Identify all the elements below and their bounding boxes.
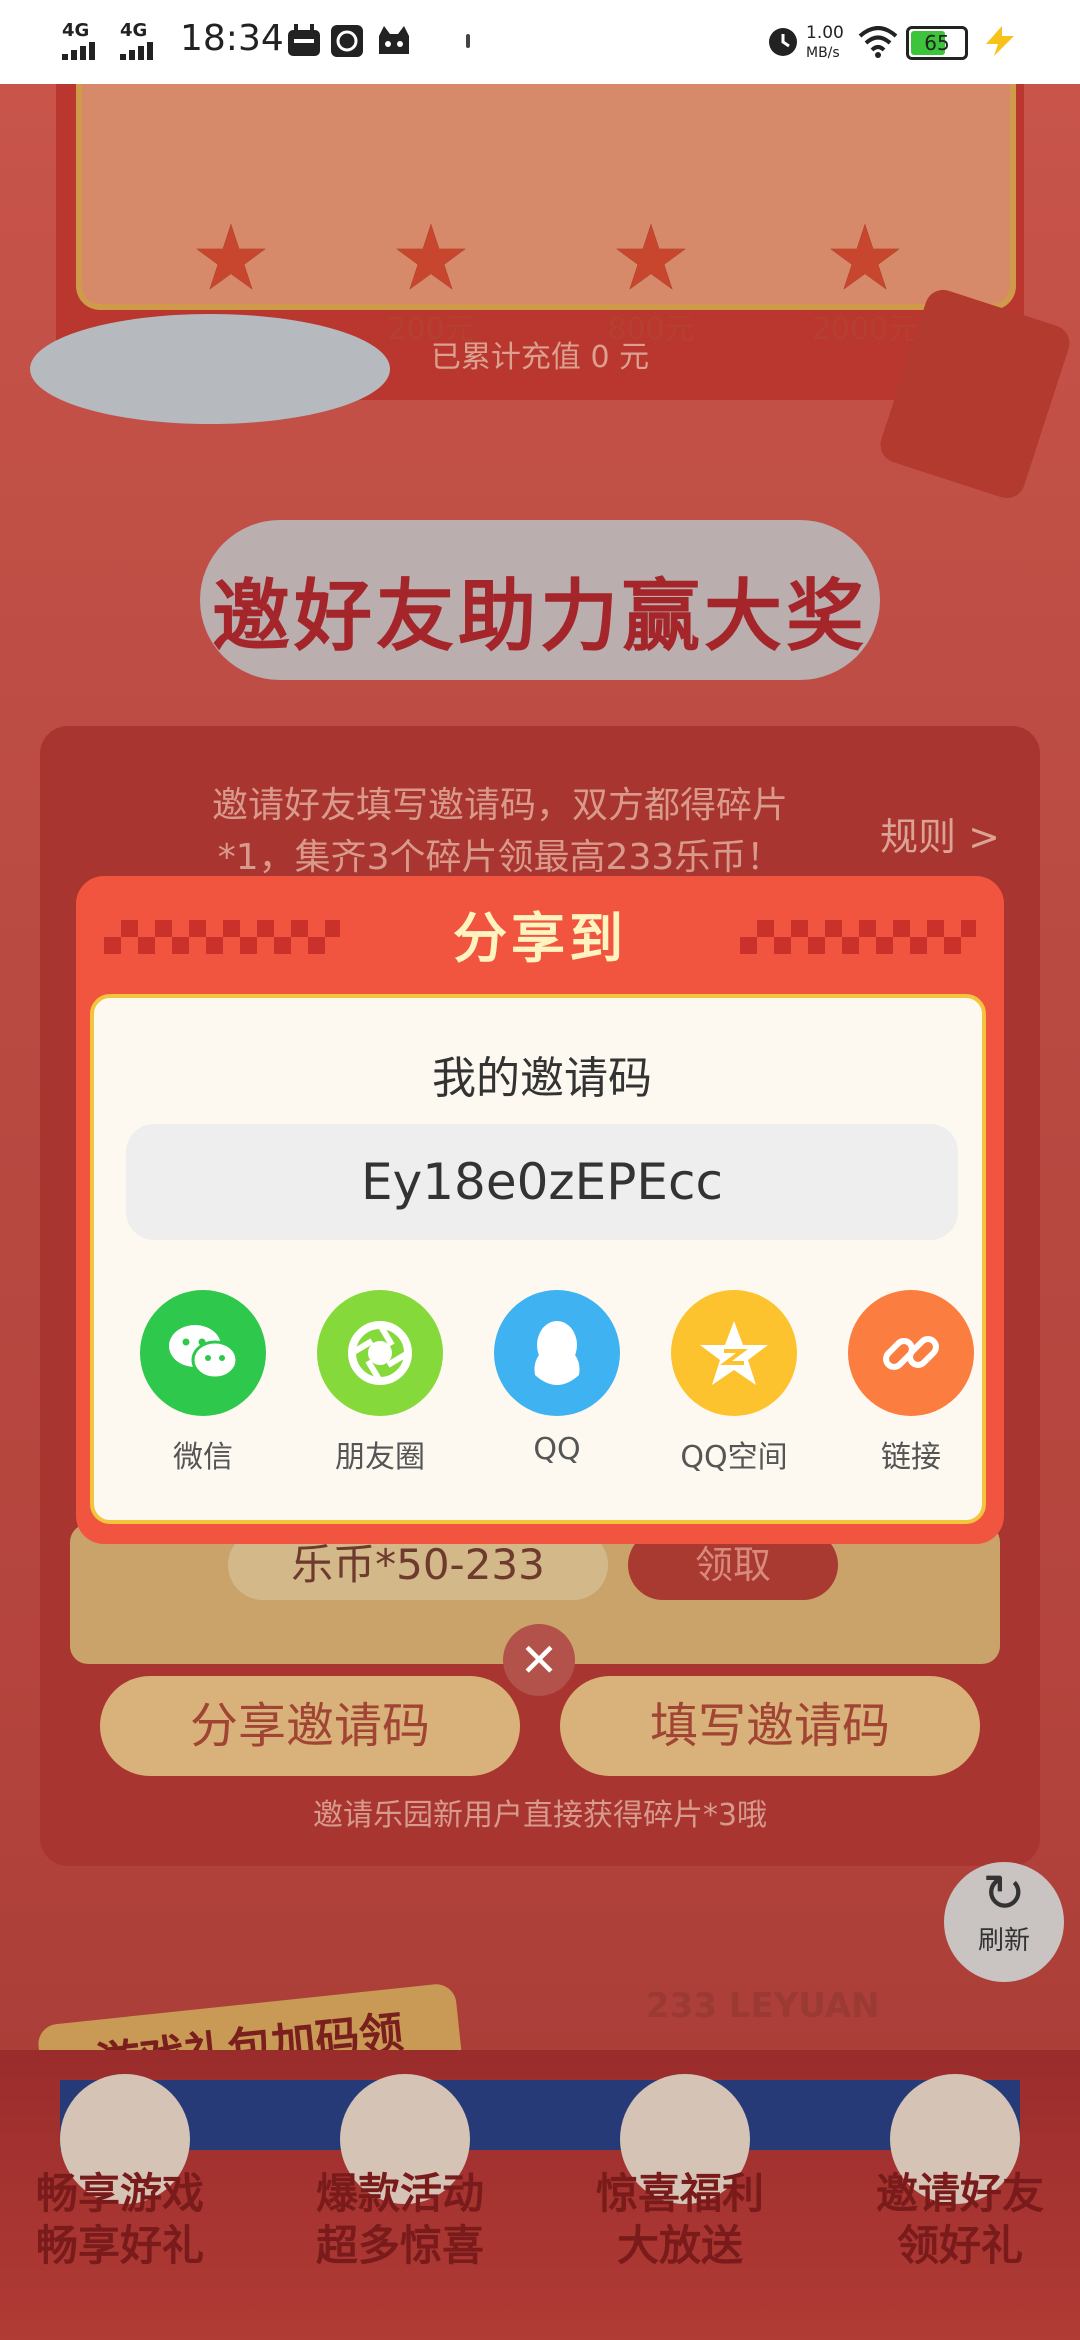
share-option-label: 链接 xyxy=(881,1440,941,1475)
wifi-icon xyxy=(858,26,898,62)
cat-app-icon xyxy=(376,24,412,62)
share-option-qzone[interactable]: QQ空间 xyxy=(649,1290,819,1476)
fill-code-button[interactable]: 填写邀请码 xyxy=(560,1676,980,1776)
promo-line1: 爆款活动 xyxy=(315,2169,484,2218)
moments-icon xyxy=(317,1290,443,1416)
promo-line2: 领好礼 xyxy=(896,2221,1023,2270)
sim2-label: 4G xyxy=(120,20,148,41)
link-icon xyxy=(848,1290,974,1416)
invite-footer-note: 邀请乐园新用户直接获得碎片*3哦 xyxy=(312,1798,768,1833)
invite-section-title: 邀好友助力赢大奖 xyxy=(211,572,868,662)
promo-item[interactable]: 惊喜福利 大放送 xyxy=(570,2168,790,2272)
star-icon: ★ xyxy=(824,206,906,311)
milestone-item[interactable]: ★ 200元 xyxy=(366,214,496,348)
promo-item[interactable]: 畅享游戏 畅享好礼 xyxy=(10,2168,230,2272)
promo-item[interactable]: 爆款活动 超多惊喜 xyxy=(290,2168,510,2272)
network-speed-unit: MB/s xyxy=(806,45,840,61)
share-code-button[interactable]: 分享邀请码 xyxy=(100,1676,520,1776)
share-option-moments[interactable]: 朋友圈 xyxy=(295,1290,465,1476)
invite-description: 邀请好友填写邀请码，双方都得碎片 *1，集齐3个碎片领最高233乐币！ xyxy=(140,780,860,884)
qq-icon xyxy=(494,1290,620,1416)
clock-time: 18:34 xyxy=(180,18,284,59)
close-dialog-button[interactable]: ✕ xyxy=(503,1624,575,1696)
signal-icon xyxy=(120,42,166,64)
wechat-icon xyxy=(140,1290,266,1416)
star-icon: ★ xyxy=(610,206,692,311)
share-option-label: QQ空间 xyxy=(680,1440,788,1475)
invite-code-label: 我的邀请码 xyxy=(432,1053,652,1104)
charging-icon xyxy=(980,24,1020,62)
dialog-title: 分享到 xyxy=(453,907,627,970)
invite-description-line1: 邀请好友填写邀请码，双方都得碎片 xyxy=(211,785,788,826)
share-option-label: QQ xyxy=(533,1432,581,1467)
refresh-icon: ↻ xyxy=(982,1864,1026,1924)
promo-line2: 大放送 xyxy=(616,2221,743,2270)
promo-line2: 超多惊喜 xyxy=(315,2221,484,2270)
share-dialog: 分享到 我的邀请码 Ey18e0zEPEcc 微信 朋友圈 QQ QQ空间 链接 xyxy=(76,876,1004,1544)
promo-item[interactable]: 邀请好友 领好礼 xyxy=(850,2168,1070,2272)
leyuan-label: 233 LEYUAN xyxy=(646,1986,880,2026)
dialog-body: 我的邀请码 Ey18e0zEPEcc 微信 朋友圈 QQ QQ空间 链接 xyxy=(90,994,986,1524)
refresh-button[interactable]: ↻ 刷新 xyxy=(944,1862,1064,1982)
milestone-item[interactable]: ★ 2000元 xyxy=(800,214,930,348)
sim1-label: 4G xyxy=(62,20,90,41)
promo-line1: 畅享游戏 xyxy=(35,2169,204,2218)
invite-code-field[interactable]: Ey18e0zEPEcc xyxy=(126,1124,958,1240)
share-option-qq[interactable]: QQ xyxy=(472,1290,642,1467)
promo-line1: 邀请好友 xyxy=(875,2169,1044,2218)
alarm-icon xyxy=(766,24,800,62)
share-option-label: 微信 xyxy=(173,1440,233,1475)
taobao-app-icon xyxy=(330,24,364,62)
network-speed: 1.00 xyxy=(806,23,844,43)
star-icon: ★ xyxy=(390,206,472,311)
status-bar: 4G 4G 18:34 1.00 MB/s 65 xyxy=(0,0,1080,84)
battery-level: 65 xyxy=(924,31,950,55)
cloud-decoration xyxy=(30,314,390,424)
signal-icon xyxy=(62,42,108,64)
battery-icon: 65 xyxy=(906,26,968,60)
refresh-label: 刷新 xyxy=(977,1926,1030,1956)
milestone-item[interactable]: ★ 800元 xyxy=(586,214,716,348)
close-icon: ✕ xyxy=(519,1633,559,1687)
calendar-app-icon xyxy=(286,24,322,62)
dot-indicator xyxy=(466,34,470,48)
promo-line2: 畅享好礼 xyxy=(35,2221,204,2270)
share-option-label: 朋友圈 xyxy=(335,1440,425,1475)
qzone-icon xyxy=(671,1290,797,1416)
share-option-wechat[interactable]: 微信 xyxy=(118,1290,288,1476)
promo-line1: 惊喜福利 xyxy=(595,2169,764,2218)
share-option-link[interactable]: 链接 xyxy=(826,1290,996,1476)
promo-strip-band xyxy=(60,2080,1020,2150)
rules-link[interactable]: 规则 > xyxy=(880,806,1000,861)
star-icon: ★ xyxy=(190,206,272,311)
